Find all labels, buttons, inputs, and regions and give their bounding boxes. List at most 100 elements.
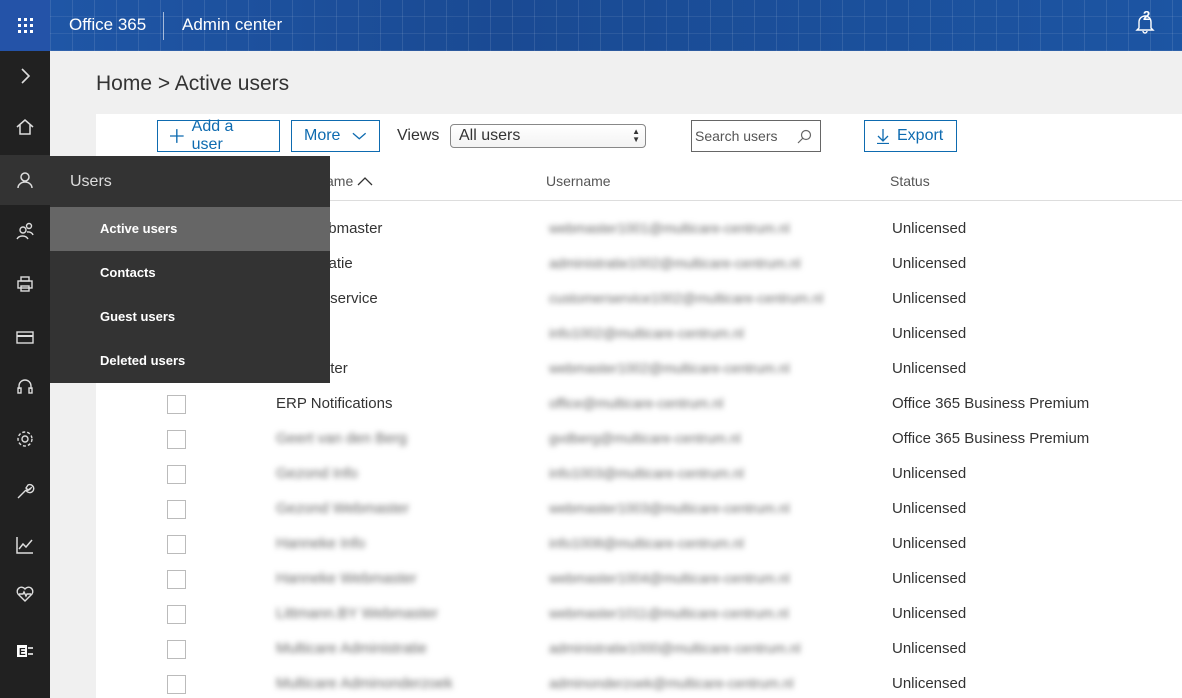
row-checkbox[interactable] bbox=[167, 640, 186, 659]
row-display-name[interactable]: Hanneke Info bbox=[276, 535, 365, 552]
nav-home[interactable] bbox=[0, 102, 50, 152]
row-checkbox[interactable] bbox=[167, 535, 186, 554]
app-launcher-button[interactable] bbox=[0, 0, 50, 51]
row-status: Unlicensed bbox=[892, 360, 967, 377]
row-status: Office 365 Business Premium bbox=[892, 395, 1090, 412]
table-row[interactable]: Hanneke Webmaster webmaster1004@multicare… bbox=[96, 562, 1182, 597]
brand-name[interactable]: Office 365 bbox=[69, 15, 146, 35]
nav-setup[interactable] bbox=[0, 466, 50, 516]
row-username: administratie1000@multicare-centrum.nl bbox=[549, 640, 801, 656]
column-username[interactable]: Username bbox=[546, 173, 611, 189]
row-status: Unlicensed bbox=[892, 325, 967, 342]
plus-icon bbox=[170, 129, 184, 143]
app-title[interactable]: Admin center bbox=[182, 15, 282, 35]
table-row[interactable]: ERP Notifications office@multicare-centru… bbox=[96, 387, 1182, 422]
search-placeholder: Search users bbox=[695, 128, 778, 144]
table-row[interactable]: Littmann.BY Webmaster webmaster1011@multi… bbox=[96, 597, 1182, 632]
health-icon bbox=[16, 586, 34, 602]
group-icon bbox=[16, 222, 34, 240]
export-button[interactable]: Export bbox=[864, 120, 957, 152]
row-username: customerservice1002@multicare-centrum.nl bbox=[549, 290, 824, 306]
row-checkbox[interactable] bbox=[167, 465, 186, 484]
flyout-title: Users bbox=[70, 173, 112, 190]
more-label: More bbox=[304, 127, 341, 144]
views-select-value: All users bbox=[459, 127, 521, 144]
nav-billing[interactable] bbox=[0, 312, 50, 362]
row-display-name[interactable]: Geert van den Berg bbox=[276, 430, 407, 447]
exchange-icon: E bbox=[17, 645, 33, 658]
row-checkbox[interactable] bbox=[167, 675, 186, 694]
row-display-name[interactable]: Hanneke Webmaster bbox=[276, 570, 417, 587]
nav-health[interactable] bbox=[0, 569, 50, 619]
row-username: info1002@multicare-centrum.nl bbox=[549, 325, 744, 341]
row-checkbox[interactable] bbox=[167, 570, 186, 589]
nav-reports[interactable] bbox=[0, 520, 50, 570]
svg-text:E: E bbox=[19, 647, 26, 658]
more-button[interactable]: More bbox=[291, 120, 380, 152]
search-input[interactable]: Search users bbox=[691, 120, 821, 152]
add-user-label: Add a user bbox=[191, 118, 234, 153]
waffle-icon bbox=[17, 18, 33, 33]
flyout-item-deleted-users[interactable]: Deleted users bbox=[50, 339, 330, 383]
nav-support[interactable] bbox=[0, 362, 50, 412]
left-navigation-rail: E bbox=[0, 51, 50, 698]
header-divider bbox=[163, 12, 164, 40]
flyout-item-active-users[interactable]: Active users bbox=[50, 207, 330, 251]
nav-resources[interactable] bbox=[0, 259, 50, 309]
row-display-name[interactable]: Littmann.BY Webmaster bbox=[276, 605, 438, 622]
nav-users[interactable] bbox=[0, 155, 50, 205]
row-status: Unlicensed bbox=[892, 535, 967, 552]
row-status: Unlicensed bbox=[892, 220, 967, 237]
row-checkbox[interactable] bbox=[167, 395, 186, 414]
row-checkbox[interactable] bbox=[167, 430, 186, 449]
row-username: webmaster1001@multicare-centrum.nl bbox=[549, 220, 790, 236]
add-user-button[interactable]: Add a user bbox=[157, 118, 280, 153]
row-username: info1008@multicare-centrum.nl bbox=[549, 535, 744, 551]
export-label: Export bbox=[897, 127, 944, 144]
table-row[interactable]: Multicare Adminonderzoek adminonderzoek@m… bbox=[96, 667, 1182, 698]
row-display-name[interactable]: Multicare Administratie bbox=[276, 640, 427, 657]
column-display-name[interactable]: ame bbox=[326, 173, 373, 189]
chart-icon bbox=[16, 537, 33, 554]
row-display-name[interactable]: Gezond Webmaster bbox=[276, 500, 409, 517]
notification-count: 2 bbox=[1143, 8, 1151, 23]
row-checkbox[interactable] bbox=[167, 605, 186, 624]
table-row[interactable]: Hanneke Info info1008@multicare-centrum.n… bbox=[96, 527, 1182, 562]
column-display-name-label: ame bbox=[326, 173, 354, 189]
table-row[interactable]: Geert van den Berg gvdberg@multicare-cent… bbox=[96, 422, 1182, 457]
flyout-item-contacts[interactable]: Contacts bbox=[50, 251, 330, 295]
chevron-down-icon bbox=[352, 132, 367, 140]
headset-icon bbox=[17, 379, 33, 394]
row-display-name[interactable]: Gezond Info bbox=[276, 465, 358, 482]
row-username: webmaster1011@multicare-centrum.nl bbox=[549, 605, 789, 621]
search-icon bbox=[797, 129, 812, 144]
table-row[interactable]: Multicare Administratie administratie1000… bbox=[96, 632, 1182, 667]
download-icon bbox=[877, 128, 889, 144]
nav-settings[interactable] bbox=[0, 414, 50, 464]
row-username: office@multicare-centrum.nl bbox=[549, 395, 724, 411]
row-username: webmaster1003@multicare-centrum.nl bbox=[549, 500, 790, 516]
column-status[interactable]: Status bbox=[890, 173, 930, 189]
views-select[interactable]: All users ▲ ▼ bbox=[450, 124, 646, 148]
user-icon bbox=[17, 172, 33, 189]
users-flyout-menu: Users Active users Contacts Guest users … bbox=[50, 156, 330, 383]
row-status: Unlicensed bbox=[892, 255, 967, 272]
nav-groups[interactable] bbox=[0, 206, 50, 256]
expand-nav-button[interactable] bbox=[0, 51, 50, 101]
billing-icon bbox=[16, 331, 34, 344]
table-row[interactable]: Gezond Webmaster webmaster1003@multicare-… bbox=[96, 492, 1182, 527]
row-display-name[interactable]: Multicare Adminonderzoek bbox=[276, 675, 453, 692]
row-display-name[interactable]: ERP Notifications bbox=[276, 395, 392, 412]
row-username: gvdberg@multicare-centrum.nl bbox=[549, 430, 741, 446]
row-checkbox[interactable] bbox=[167, 500, 186, 519]
select-arrows-icon: ▲ ▼ bbox=[632, 127, 640, 144]
table-row[interactable]: Gezond Info info1003@multicare-centrum.nl… bbox=[96, 457, 1182, 492]
breadcrumb: Home > Active users bbox=[96, 72, 290, 95]
sort-ascending-icon bbox=[357, 177, 373, 186]
row-username: webmaster1002@multicare-centrum.nl bbox=[549, 360, 790, 376]
printer-icon bbox=[17, 276, 33, 292]
flyout-item-guest-users[interactable]: Guest users bbox=[50, 295, 330, 339]
nav-exchange-admin[interactable]: E bbox=[0, 626, 50, 676]
gear-icon bbox=[17, 431, 33, 447]
home-icon bbox=[16, 119, 34, 135]
